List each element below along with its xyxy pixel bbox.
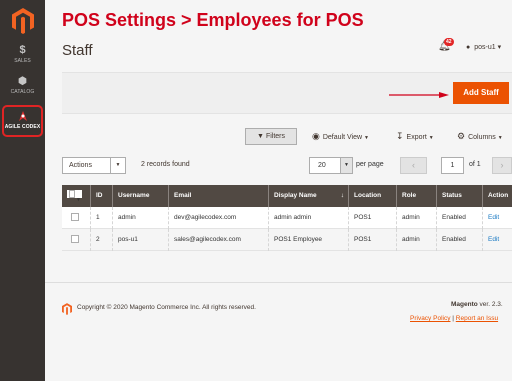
gear-icon: ⚙ <box>457 131 466 141</box>
notifications[interactable]: 🔔︎ 42 <box>438 38 454 52</box>
export-icon: ↧ <box>396 131 404 141</box>
chevron-down-icon: ▼ <box>428 135 434 141</box>
total-pages-label: of 1 <box>469 161 481 168</box>
user-icon: ● <box>466 44 471 51</box>
records-found: 2 records found <box>141 161 190 168</box>
filters-button[interactable]: ▼ Filters <box>245 128 297 145</box>
cell-username: admin <box>112 207 168 229</box>
page-title: Staff <box>62 42 93 59</box>
user-menu[interactable]: ● pos-u1 ▾ <box>466 43 501 51</box>
eye-icon: ◉ <box>312 131 320 141</box>
cell-display-name: admin admin <box>268 207 348 229</box>
filter-icon: ▼ <box>257 133 264 140</box>
chevron-down-icon: ▾ <box>497 44 502 51</box>
per-page-label: per page <box>356 161 384 168</box>
user-name: pos-u1 <box>474 44 496 51</box>
cell-location: POS1 <box>348 229 396 251</box>
table-row: 1 admin dev@agilecodex.com admin admin P… <box>62 207 512 229</box>
sort-arrow-icon: ↓ <box>340 192 344 199</box>
row-checkbox[interactable] <box>71 213 79 222</box>
agile-codex-icon <box>18 111 27 121</box>
sidebar-item-label: SALES <box>14 58 31 64</box>
previous-page-button[interactable]: ‹ <box>400 157 427 174</box>
sidebar-item-label: CATALOG <box>10 89 35 95</box>
cell-role: admin <box>396 229 436 251</box>
magento-logo-icon[interactable] <box>12 8 34 34</box>
sidebar-item-label: AGILE CODEX <box>4 124 41 130</box>
version-number: ver. 2.3. <box>477 301 503 308</box>
notifications-count-badge: 42 <box>444 38 454 46</box>
cell-action: Edit <box>482 207 512 229</box>
table-row: 2 pos-u1 sales@agilecodex.com POS1 Emplo… <box>62 229 512 251</box>
version-brand: Magento <box>451 301 478 308</box>
add-staff-button[interactable]: Add Staff <box>453 82 509 104</box>
row-select-cell <box>62 207 90 229</box>
footer-links: Privacy Policy | Report an Issu <box>410 315 498 322</box>
annotation-arrow-icon <box>389 92 449 98</box>
chevron-down-icon: ▼ <box>364 135 369 141</box>
per-page-select[interactable]: 20 ▼ <box>309 157 353 174</box>
cell-display-name: POS1 Employee <box>268 229 348 251</box>
export-dropdown[interactable]: ↧ Export ▼ <box>396 131 434 142</box>
staff-grid: ▼ ID Username Email Display Name ↓ Locati… <box>62 185 512 251</box>
cell-role: admin <box>396 207 436 229</box>
cell-status: Enabled <box>436 207 482 229</box>
edit-link[interactable]: Edit <box>488 236 499 243</box>
cell-status: Enabled <box>436 229 482 251</box>
annotation-title: POS Settings > Employees for POS <box>62 10 364 30</box>
per-page-value: 20 <box>318 162 326 169</box>
column-header-status[interactable]: Status <box>436 185 482 207</box>
row-select-cell <box>62 229 90 251</box>
cell-id: 2 <box>90 229 112 251</box>
chevron-down-icon: ▼ <box>497 135 503 141</box>
columns-label: Columns <box>468 134 496 141</box>
export-label: Export <box>406 134 427 141</box>
privacy-policy-link[interactable]: Privacy Policy <box>410 315 450 322</box>
mass-select-header[interactable]: ▼ <box>62 185 90 207</box>
cell-id: 1 <box>90 207 112 229</box>
next-page-button[interactable]: › <box>492 157 512 174</box>
column-header-label: Display Name <box>274 192 317 199</box>
table-header-row: ▼ ID Username Email Display Name ↓ Locati… <box>62 185 512 207</box>
chevron-down-icon: ▼ <box>340 158 352 173</box>
admin-sidebar: $ SALES ⬢ CATALOG AGILE CODEX <box>0 0 45 381</box>
default-view-dropdown[interactable]: ◉ Default View ▼ <box>312 131 369 142</box>
current-page-input[interactable]: 1 <box>441 157 464 174</box>
mass-actions-label: Actions <box>69 162 92 169</box>
cube-icon: ⬢ <box>18 76 27 87</box>
sidebar-item-sales[interactable]: $ SALES <box>0 44 45 64</box>
edit-link[interactable]: Edit <box>488 214 499 221</box>
column-header-action: Action <box>482 185 512 207</box>
copyright-text: Copyright © 2020 Magento Commerce Inc. A… <box>77 304 256 311</box>
chevron-down-icon: ▼ <box>110 158 125 173</box>
cell-username: pos-u1 <box>112 229 168 251</box>
column-header-role[interactable]: Role <box>396 185 436 207</box>
version-text: Magento ver. 2.3. <box>451 301 503 308</box>
page-footer: Copyright © 2020 Magento Commerce Inc. A… <box>45 282 512 381</box>
default-view-label: Default View <box>322 134 363 141</box>
column-header-email[interactable]: Email <box>168 185 268 207</box>
dollar-icon: $ <box>19 44 26 56</box>
chevron-right-icon: › <box>500 160 504 170</box>
columns-dropdown[interactable]: ⚙ Columns ▼ <box>457 131 503 142</box>
filters-label: Filters <box>265 133 285 140</box>
cell-email: sales@agilecodex.com <box>168 229 268 251</box>
sidebar-item-agile-codex[interactable]: AGILE CODEX <box>2 105 43 137</box>
magento-logo-icon <box>62 303 72 315</box>
sidebar-item-catalog[interactable]: ⬢ CATALOG <box>0 76 45 95</box>
chevron-left-icon: ‹ <box>412 160 415 170</box>
column-header-display-name[interactable]: Display Name ↓ <box>268 185 348 207</box>
column-header-username[interactable]: Username <box>112 185 168 207</box>
column-header-id[interactable]: ID <box>90 185 112 207</box>
cell-action: Edit <box>482 229 512 251</box>
cell-location: POS1 <box>348 207 396 229</box>
column-header-location[interactable]: Location <box>348 185 396 207</box>
cell-email: dev@agilecodex.com <box>168 207 268 229</box>
row-checkbox[interactable] <box>71 235 79 244</box>
report-issue-link[interactable]: Report an Issu <box>456 315 498 322</box>
mass-actions-select[interactable]: Actions ▼ <box>62 157 126 174</box>
mass-select-checkbox[interactable]: ▼ <box>67 190 82 203</box>
